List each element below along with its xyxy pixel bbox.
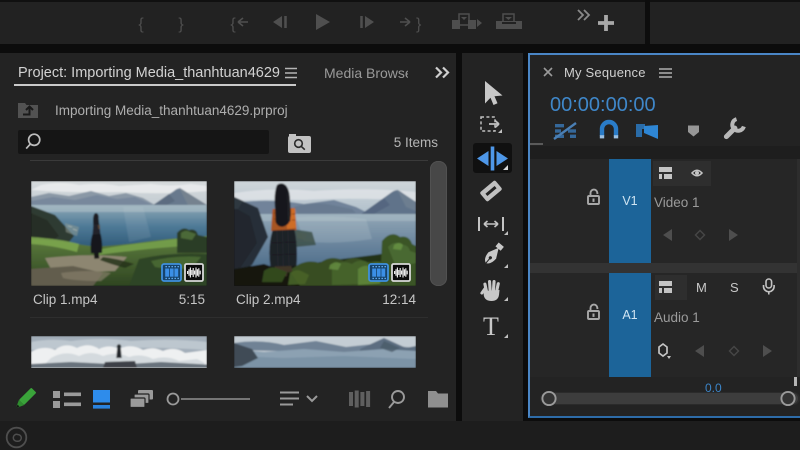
svg-text:}: } xyxy=(416,16,422,33)
svg-text:S: S xyxy=(730,280,739,295)
svg-text:T: T xyxy=(483,312,499,341)
svg-text:M: M xyxy=(696,280,707,295)
svg-text:{: { xyxy=(230,16,236,33)
svg-text:{: { xyxy=(138,16,144,33)
svg-text:}: } xyxy=(178,16,184,33)
